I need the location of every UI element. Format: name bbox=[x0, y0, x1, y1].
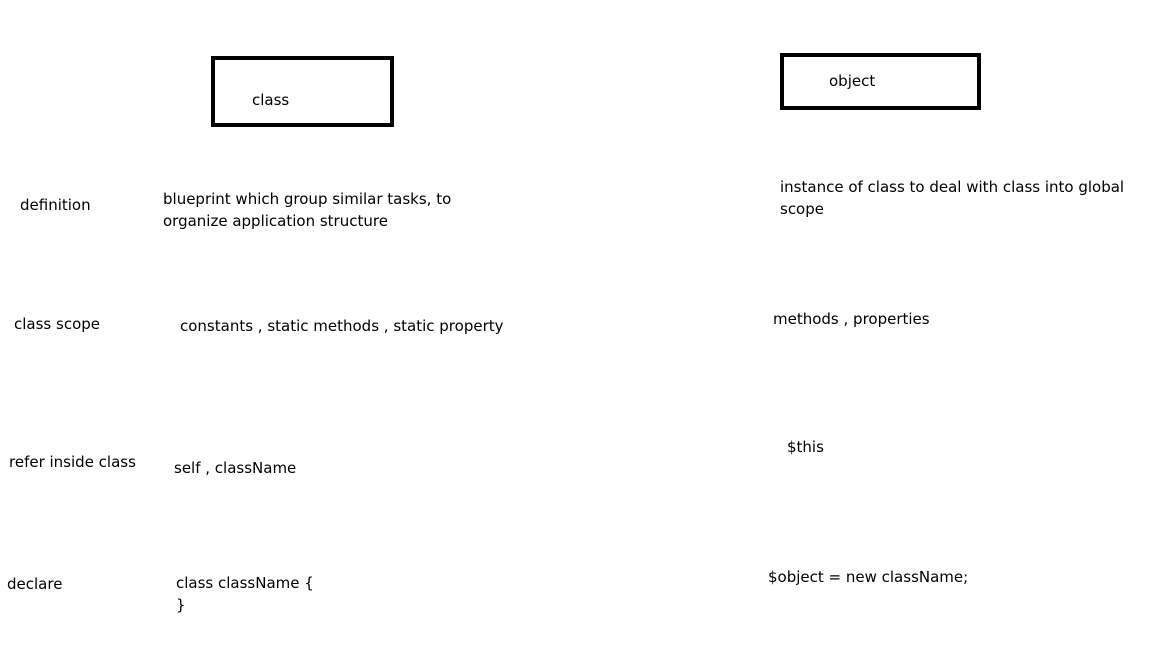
declare-object-value: $object = new className; bbox=[768, 568, 969, 586]
declare-class-line2: } bbox=[176, 596, 186, 614]
refer-object-value: $this bbox=[787, 438, 824, 456]
row-label-declare: declare bbox=[7, 575, 63, 593]
class-header-box bbox=[211, 56, 394, 127]
class-definition-line1: blueprint which group similar tasks, to bbox=[163, 190, 452, 208]
object-definition-line2: scope bbox=[780, 200, 824, 218]
refer-class-value: self , className bbox=[174, 459, 297, 477]
class-definition-line2: organize application structure bbox=[163, 212, 388, 230]
class-header-label: class bbox=[252, 91, 290, 109]
object-header-label: object bbox=[829, 72, 876, 90]
row-label-definition: definition bbox=[20, 196, 91, 214]
object-header-box bbox=[780, 53, 981, 110]
class-scope-object-value: methods , properties bbox=[773, 310, 930, 328]
row-label-class-scope: class scope bbox=[14, 315, 100, 333]
row-label-refer-inside-class: refer inside class bbox=[9, 453, 136, 471]
object-definition-line1: instance of class to deal with class int… bbox=[780, 178, 1125, 196]
declare-class-line1: class className { bbox=[176, 574, 314, 592]
class-scope-class-value: constants , static methods , static prop… bbox=[180, 317, 504, 335]
